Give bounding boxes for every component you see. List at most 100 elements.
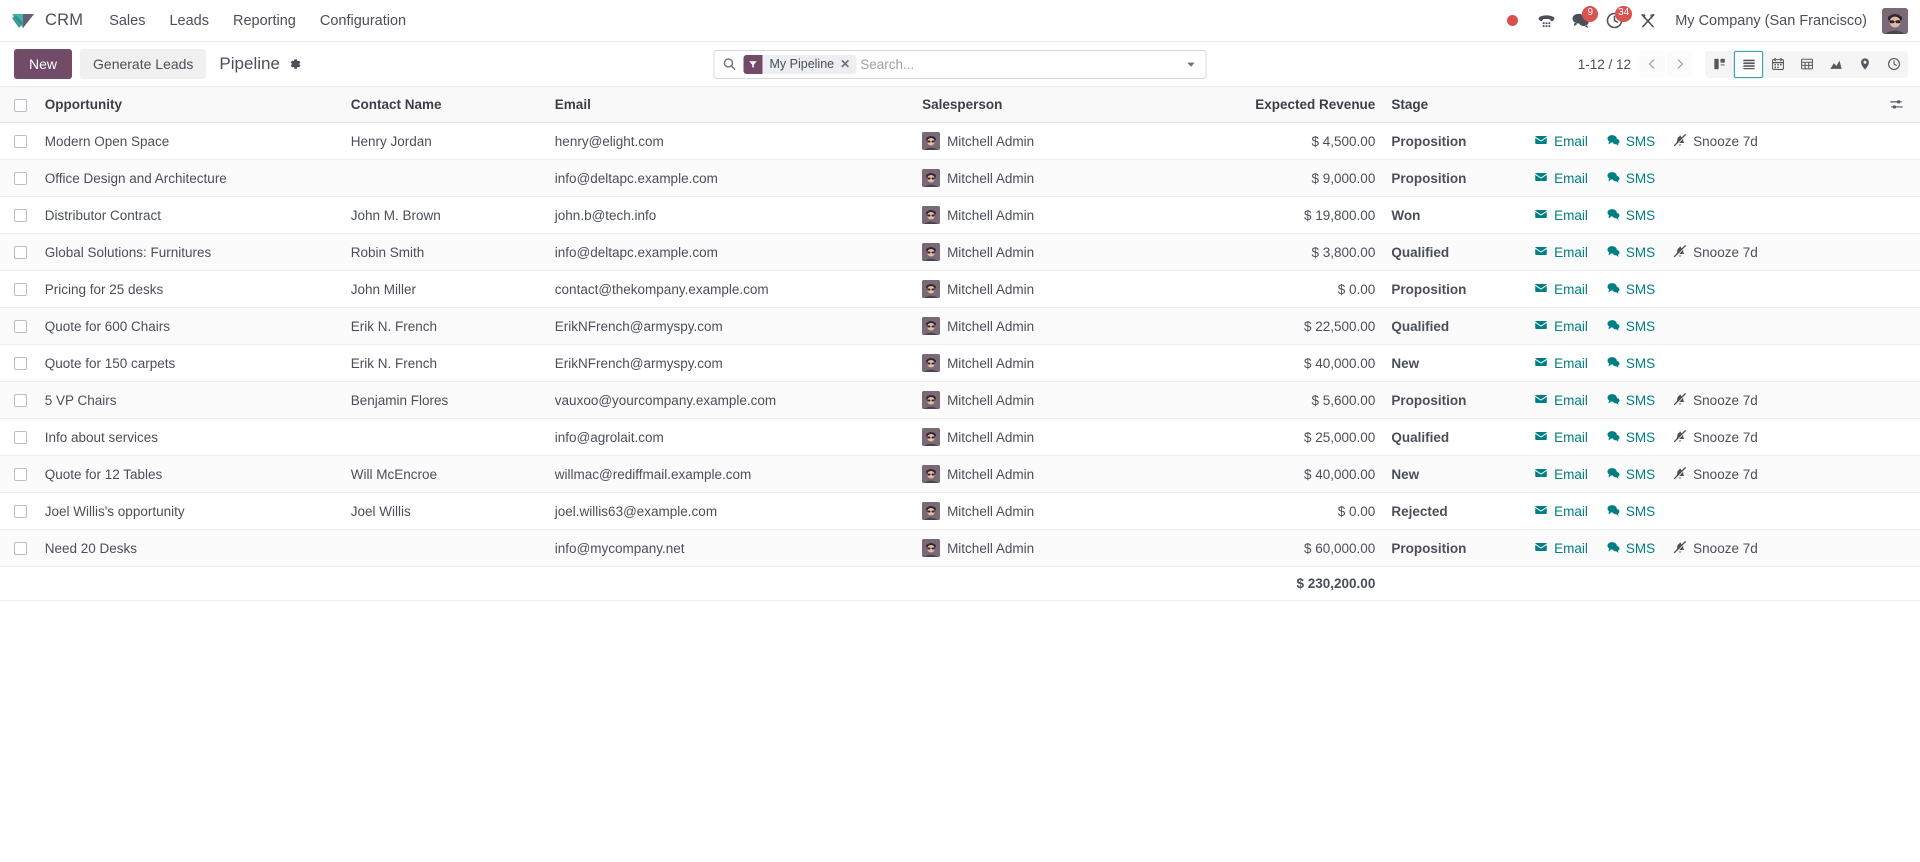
view-switcher-list[interactable] [1734,50,1763,78]
cell-salesperson[interactable]: Mitchell Admin [914,455,1200,493]
select-all-checkbox[interactable] [14,98,27,112]
cell-stage[interactable]: Won [1383,196,1527,234]
sms-action-button[interactable]: SMS [1606,318,1655,335]
cell-expected-revenue[interactable]: $ 0.00 [1199,270,1384,308]
search-facet-label[interactable]: My Pipeline ✕ [762,54,857,74]
sms-action-button[interactable]: SMS [1606,429,1655,446]
email-action-button[interactable]: Email [1534,355,1588,372]
user-avatar[interactable] [1882,7,1908,34]
row-checkbox[interactable] [14,542,27,556]
cell-expected-revenue[interactable]: $ 19,800.00 [1199,196,1384,234]
cell-salesperson[interactable]: Mitchell Admin [914,196,1200,234]
cell-stage[interactable]: New [1383,344,1527,382]
row-checkbox[interactable] [14,135,27,149]
cell-stage[interactable]: Qualified [1383,233,1527,271]
menu-item-sales[interactable]: Sales [97,7,157,35]
table-row[interactable]: Info about services info@agrolait.com Mitc… [0,418,1920,456]
row-checkbox[interactable] [14,172,27,186]
clock-activities-icon[interactable]: 34 [1597,4,1633,38]
brand-home-menu[interactable]: CRM [10,11,83,31]
cell-expected-revenue[interactable]: $ 9,000.00 [1199,159,1384,197]
table-row[interactable]: Modern Open Space Henry Jordan henry@eligh… [0,122,1920,160]
row-checkbox[interactable] [14,505,27,519]
cell-contact-name[interactable]: Erik N. French [342,344,547,382]
cell-email[interactable]: joel.willis63@example.com [546,492,915,530]
sms-action-button[interactable]: SMS [1606,466,1655,483]
menu-item-configuration[interactable]: Configuration [308,7,418,35]
column-header-email[interactable]: Email [546,87,915,123]
sms-action-button[interactable]: SMS [1606,355,1655,372]
row-checkbox[interactable] [14,431,27,445]
cell-salesperson[interactable]: Mitchell Admin [914,270,1200,308]
snooze-action-button[interactable]: Snooze 7d [1673,429,1758,446]
cell-stage[interactable]: Proposition [1383,159,1527,197]
cell-contact-name[interactable] [342,529,547,567]
table-row[interactable]: Pricing for 25 desks John Miller contact@t… [0,270,1920,308]
sms-action-button[interactable]: SMS [1606,133,1655,150]
cell-stage[interactable]: Qualified [1383,418,1527,456]
table-row[interactable]: Quote for 150 carpets Erik N. French ErikN… [0,344,1920,382]
snooze-action-button[interactable]: Snooze 7d [1673,392,1758,409]
gear-icon[interactable] [288,57,302,71]
menu-item-leads[interactable]: Leads [157,7,221,35]
view-switcher-pivot[interactable] [1792,51,1821,78]
cell-contact-name[interactable] [342,418,547,456]
snooze-action-button[interactable]: Snooze 7d [1673,133,1758,150]
cell-expected-revenue[interactable]: $ 60,000.00 [1199,529,1384,567]
cell-opportunity[interactable]: 5 VP Chairs [36,381,343,419]
search-bar[interactable]: My Pipeline ✕ [713,49,1207,79]
view-switcher-activity[interactable] [1879,51,1908,78]
cell-expected-revenue[interactable]: $ 5,600.00 [1199,381,1384,419]
cell-contact-name[interactable]: John M. Brown [342,196,547,234]
cell-email[interactable]: ErikNFrench@armyspy.com [546,307,915,345]
row-checkbox[interactable] [14,283,27,297]
table-row[interactable]: Quote for 600 Chairs Erik N. French ErikNF… [0,307,1920,345]
email-action-button[interactable]: Email [1534,244,1588,261]
cell-contact-name[interactable]: Benjamin Flores [342,381,547,419]
cell-salesperson[interactable]: Mitchell Admin [914,529,1200,567]
cell-email[interactable]: info@agrolait.com [546,418,915,456]
cell-email[interactable]: henry@elight.com [546,122,915,160]
table-row[interactable]: Global Solutions: Furnitures Robin Smith i… [0,233,1920,271]
cell-salesperson[interactable]: Mitchell Admin [914,159,1200,197]
cell-stage[interactable]: Qualified [1383,307,1527,345]
cell-opportunity[interactable]: Global Solutions: Furnitures [36,233,343,271]
column-header-opportunity[interactable]: Opportunity [36,87,343,123]
chevron-down-icon[interactable] [1181,59,1202,70]
view-switcher-map[interactable] [1850,51,1879,78]
tools-icon[interactable] [1631,4,1665,38]
email-action-button[interactable]: Email [1534,503,1588,520]
snooze-action-button[interactable]: Snooze 7d [1673,466,1758,483]
cell-stage[interactable]: Proposition [1383,529,1527,567]
cell-salesperson[interactable]: Mitchell Admin [914,418,1200,456]
sms-action-button[interactable]: SMS [1606,392,1655,409]
sms-action-button[interactable]: SMS [1606,503,1655,520]
cell-opportunity[interactable]: Quote for 600 Chairs [36,307,343,345]
sms-action-button[interactable]: SMS [1606,281,1655,298]
email-action-button[interactable]: Email [1534,170,1588,187]
row-checkbox[interactable] [14,357,27,371]
search-facet-my-pipeline[interactable]: My Pipeline ✕ [743,54,857,74]
search-input[interactable] [860,56,1181,72]
close-icon[interactable]: ✕ [840,57,850,71]
table-row[interactable]: Quote for 12 Tables Will McEncroe willmac@… [0,455,1920,493]
cell-salesperson[interactable]: Mitchell Admin [914,307,1200,345]
cell-opportunity[interactable]: Quote for 12 Tables [36,455,343,493]
snooze-action-button[interactable]: Snooze 7d [1673,244,1758,261]
company-switcher[interactable]: My Company (San Francisco) [1665,7,1877,35]
cell-email[interactable]: contact@thekompany.example.com [546,270,915,308]
sms-action-button[interactable]: SMS [1606,170,1655,187]
cell-contact-name[interactable]: John Miller [342,270,547,308]
cell-salesperson[interactable]: Mitchell Admin [914,233,1200,271]
cell-email[interactable]: info@deltapc.example.com [546,233,915,271]
cell-opportunity[interactable]: Joel Willis's opportunity [36,492,343,530]
cell-contact-name[interactable]: Erik N. French [342,307,547,345]
cell-opportunity[interactable]: Distributor Contract [36,196,343,234]
email-action-button[interactable]: Email [1534,392,1588,409]
cell-opportunity[interactable]: Quote for 150 carpets [36,344,343,382]
cell-email[interactable]: john.b@tech.info [546,196,915,234]
cell-salesperson[interactable]: Mitchell Admin [914,492,1200,530]
cell-stage[interactable]: Proposition [1383,270,1527,308]
cell-email[interactable]: info@mycompany.net [546,529,915,567]
row-checkbox[interactable] [14,246,27,260]
